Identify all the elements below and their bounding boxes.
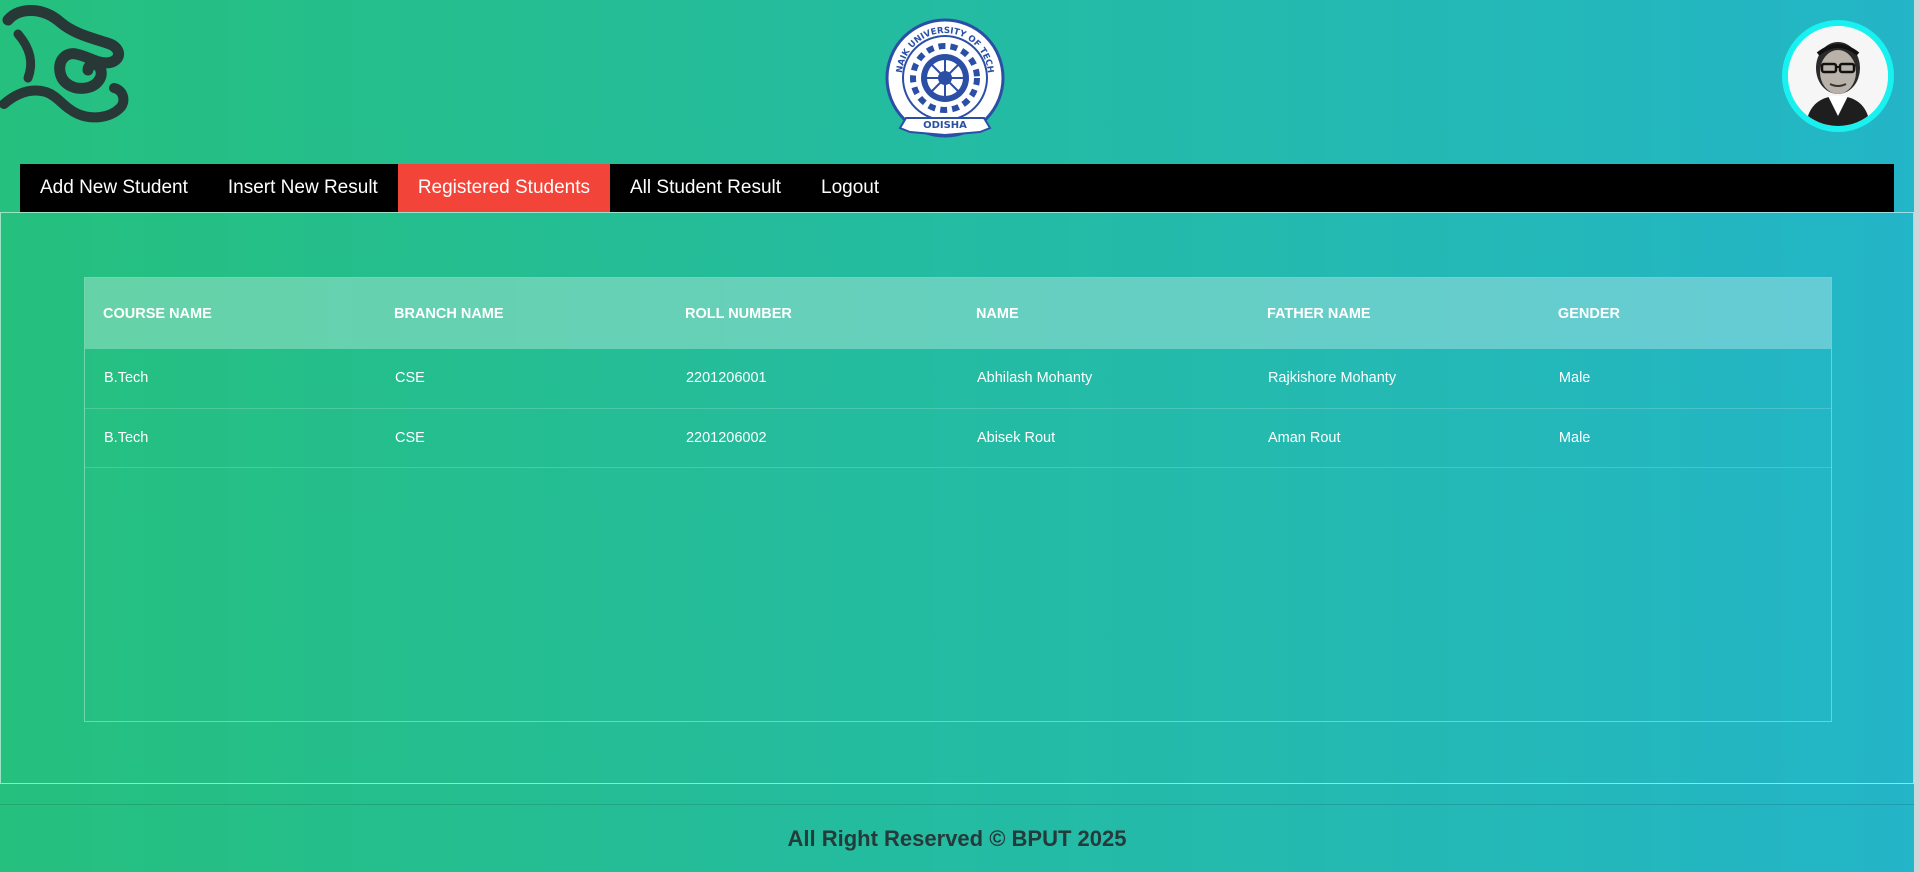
profile-avatar-icon[interactable] — [1782, 20, 1894, 132]
nav-add-new-student[interactable]: Add New Student — [20, 164, 208, 212]
column-header-course-name: COURSE NAME — [103, 305, 212, 322]
cell-branch-name: CSE — [394, 429, 425, 446]
cell-name: Abisek Rout — [976, 429, 1056, 446]
swirl-logo-icon — [0, 4, 130, 126]
column-header-branch-name: BRANCH NAME — [393, 305, 504, 322]
nav-registered-students[interactable]: Registered Students — [397, 164, 610, 212]
university-seal-icon: BIJU PATNAIK UNIVERSITY OF TECHNOLOGY OD… — [878, 9, 1008, 144]
seal-banner-text: ODISHA — [923, 120, 967, 131]
table-header-row: COURSE NAME BRANCH NAME ROLL NUMBER NAME… — [85, 278, 1831, 349]
cell-father-name: Rajkishore Mohanty — [1267, 370, 1397, 387]
cell-name: Abhilash Mohanty — [976, 370, 1093, 387]
footer-copyright: All Right Reserved © BPUT 2025 — [787, 826, 1127, 851]
cell-gender: Male — [1558, 429, 1591, 446]
table-row: B.Tech CSE 2201206002 Abisek Rout Aman R… — [85, 408, 1831, 467]
cell-course-name: B.Tech — [104, 370, 149, 387]
main-navbar: Add New Student Insert New Result Regist… — [20, 164, 1894, 212]
column-header-name: NAME — [975, 305, 1019, 322]
cell-branch-name: CSE — [394, 370, 425, 387]
students-table-container: COURSE NAME BRANCH NAME ROLL NUMBER NAME… — [84, 277, 1832, 722]
registered-students-table: COURSE NAME BRANCH NAME ROLL NUMBER NAME… — [85, 278, 1831, 468]
content-panel: COURSE NAME BRANCH NAME ROLL NUMBER NAME… — [0, 212, 1914, 784]
cell-father-name: Aman Rout — [1267, 429, 1341, 446]
cell-course-name: B.Tech — [104, 429, 149, 446]
column-header-father-name: FATHER NAME — [1266, 305, 1371, 322]
nav-insert-new-result[interactable]: Insert New Result — [208, 164, 398, 212]
cell-roll-number: 2201206001 — [685, 370, 767, 387]
footer-divider — [0, 804, 1914, 805]
nav-all-student-result[interactable]: All Student Result — [610, 164, 801, 212]
table-row: B.Tech CSE 2201206001 Abhilash Mohanty R… — [85, 349, 1831, 408]
nav-logout[interactable]: Logout — [801, 164, 899, 212]
column-header-roll-number: ROLL NUMBER — [684, 305, 792, 322]
cell-roll-number: 2201206002 — [685, 429, 767, 446]
page-header: BIJU PATNAIK UNIVERSITY OF TECHNOLOGY OD… — [0, 0, 1919, 164]
vertical-scrollbar[interactable] — [1914, 0, 1919, 872]
column-header-gender: GENDER — [1557, 305, 1620, 322]
cell-gender: Male — [1558, 370, 1591, 387]
